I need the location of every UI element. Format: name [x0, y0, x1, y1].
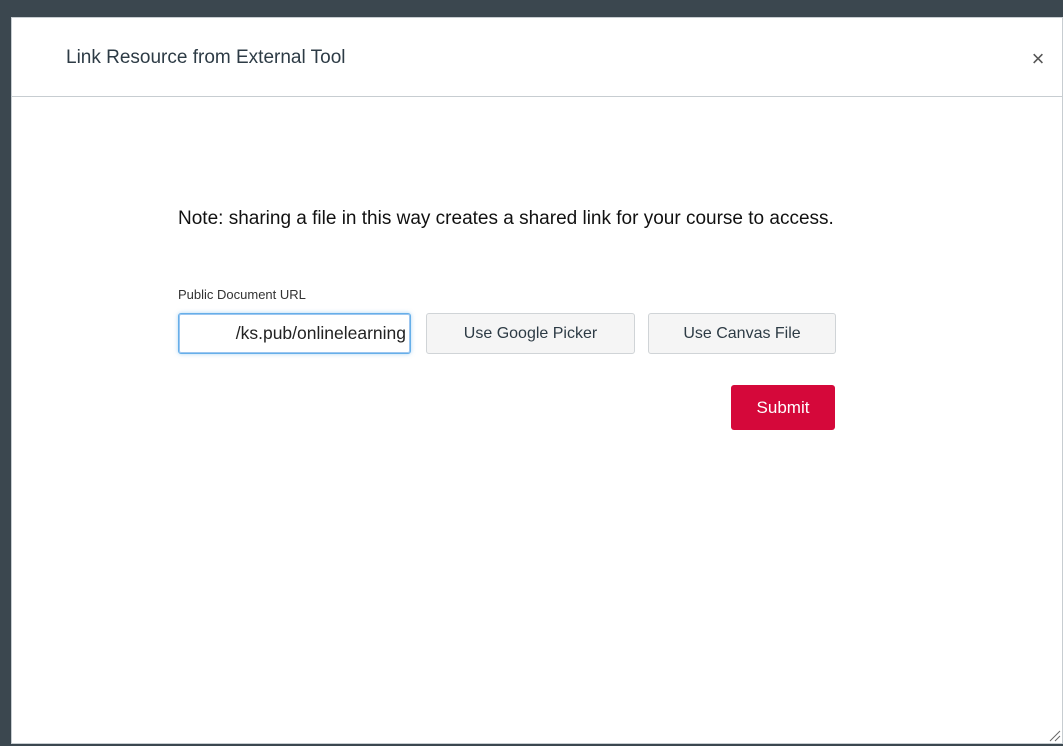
url-field-label: Public Document URL [178, 287, 306, 302]
link-resource-dialog: Link Resource from External Tool × Note:… [11, 17, 1063, 744]
dialog-body: Note: sharing a file in this way creates… [12, 97, 1062, 743]
dialog-title: Link Resource from External Tool [66, 47, 346, 68]
dialog-header: Link Resource from External Tool × [12, 18, 1062, 97]
resize-handle-icon[interactable] [1047, 728, 1061, 742]
use-canvas-file-button[interactable]: Use Canvas File [648, 313, 836, 354]
close-icon[interactable]: × [1026, 48, 1050, 72]
share-note: Note: sharing a file in this way creates… [178, 208, 834, 229]
public-document-url-input[interactable] [178, 313, 411, 354]
submit-button[interactable]: Submit [731, 385, 835, 430]
use-google-picker-button[interactable]: Use Google Picker [426, 313, 635, 354]
